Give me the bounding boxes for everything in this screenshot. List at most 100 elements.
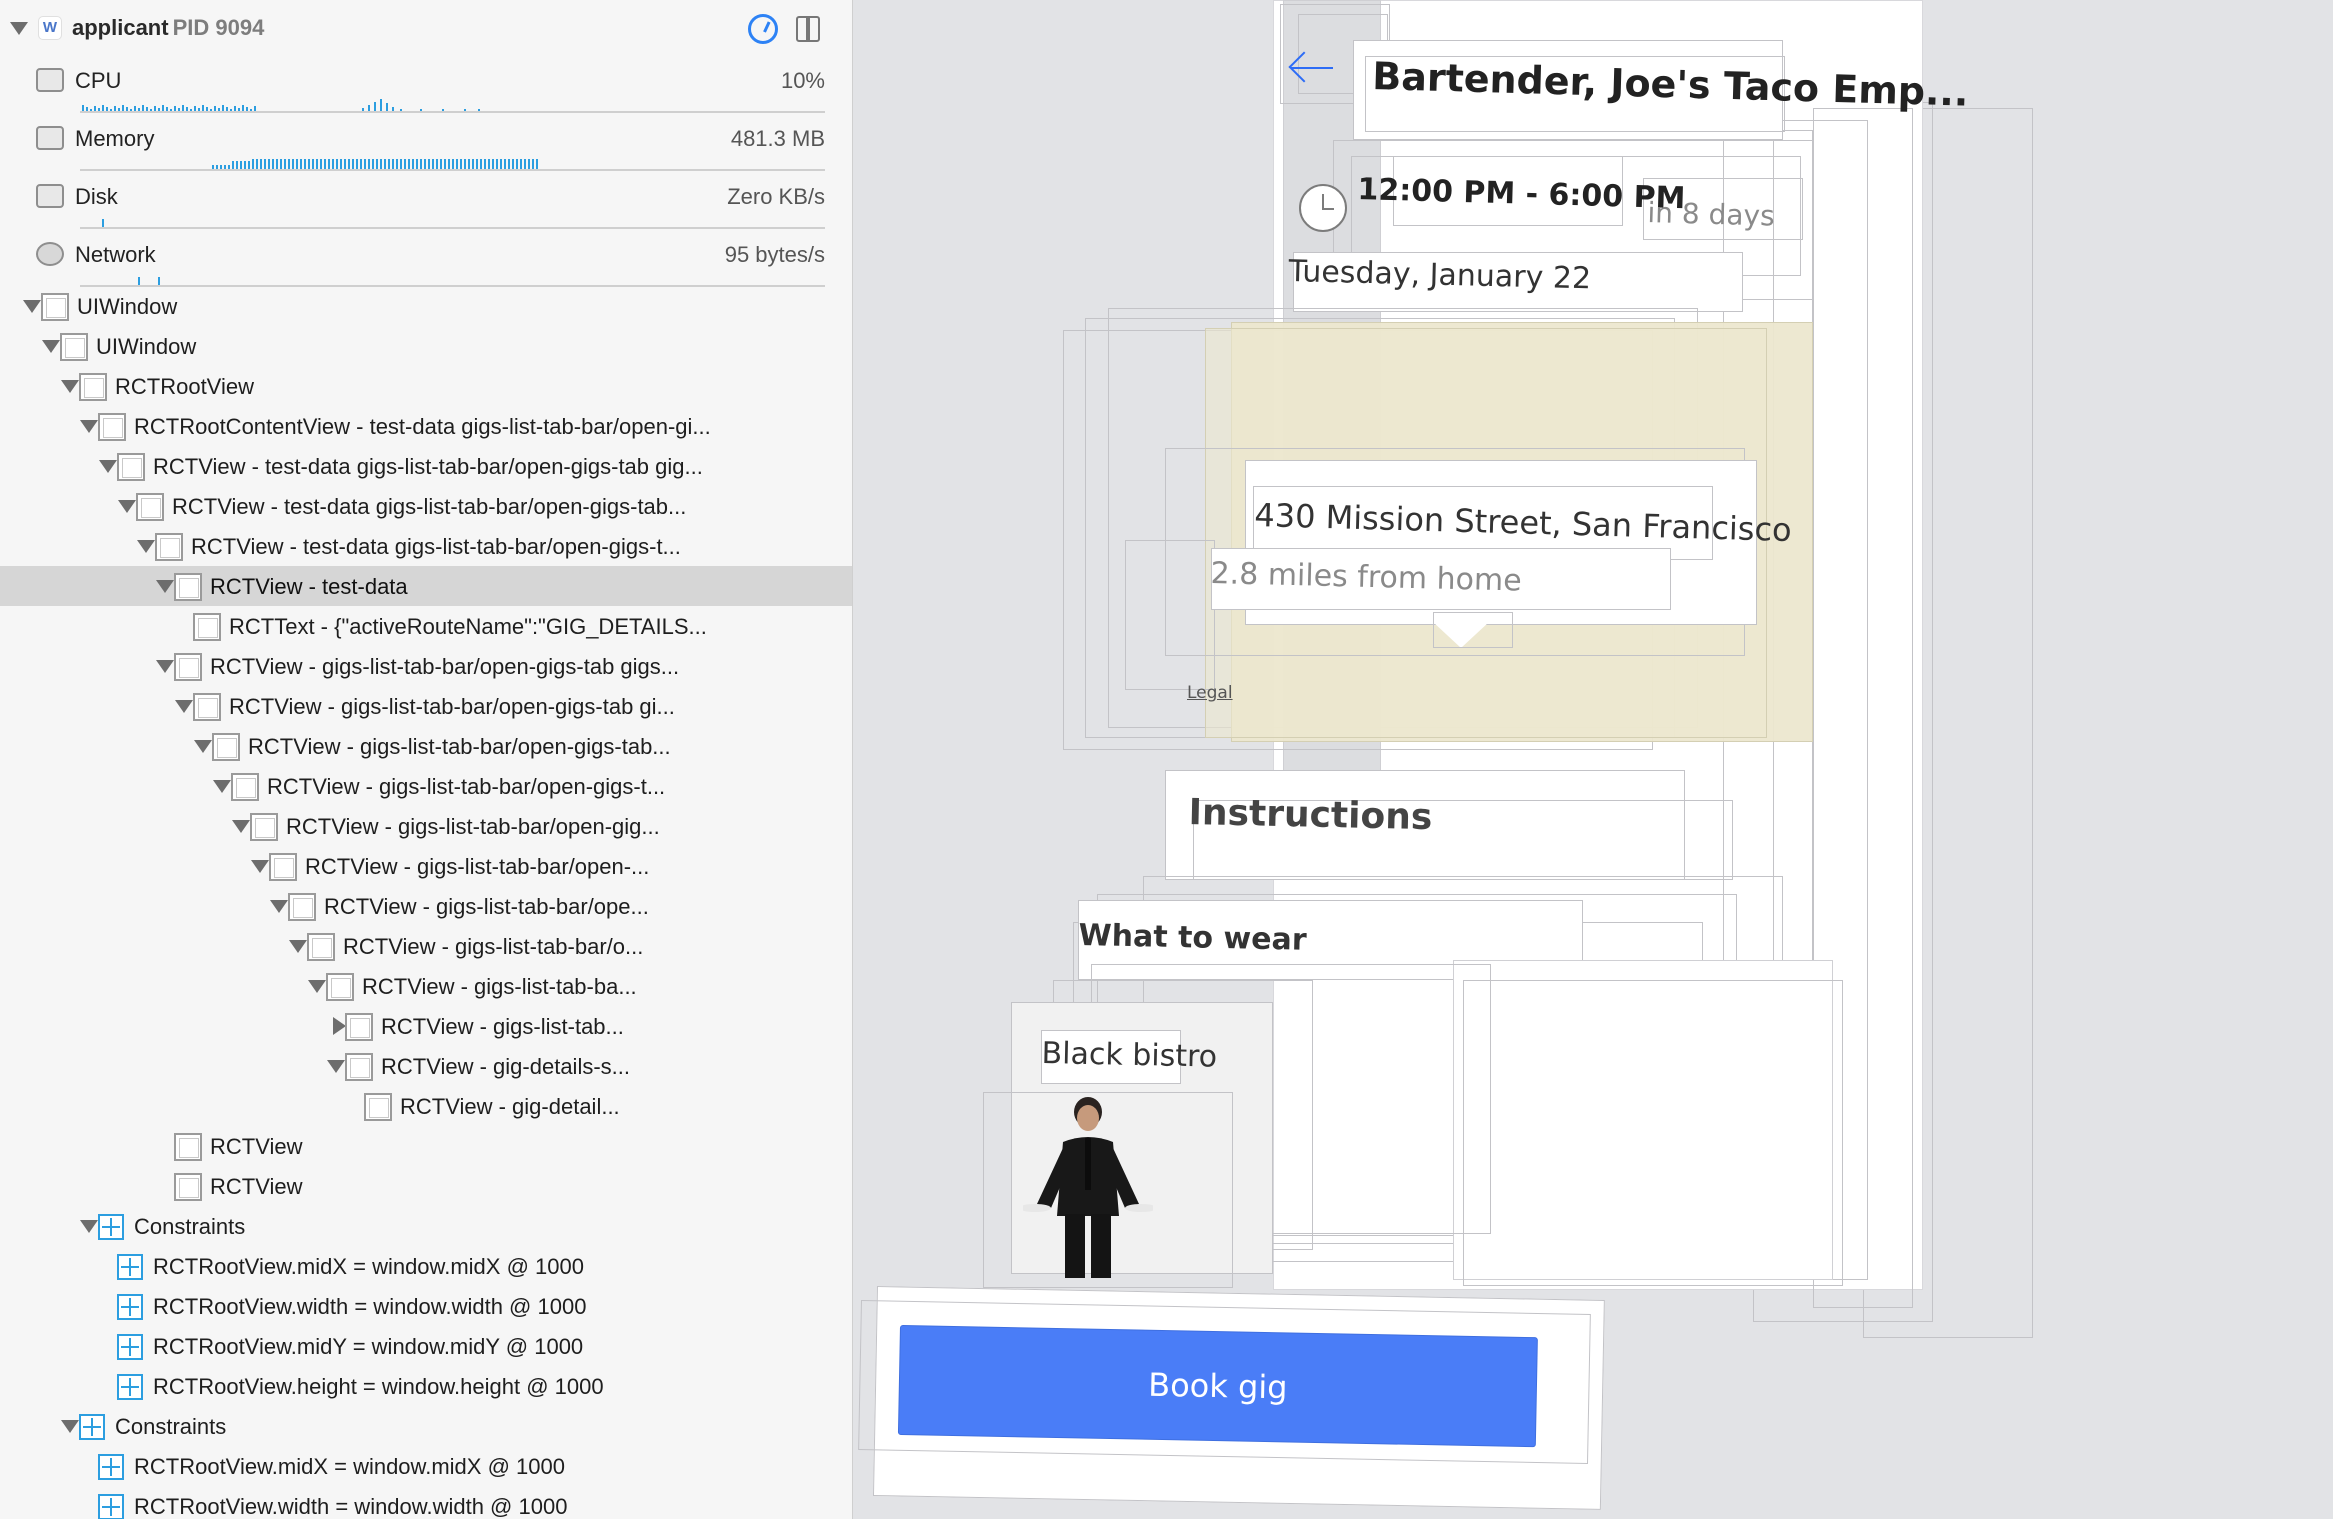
disclosure-expanded-icon[interactable]: [80, 420, 98, 433]
sparkline-bar: [456, 159, 458, 169]
constraint-row[interactable]: RCTRootView.midX = window.midX @ 1000: [0, 1446, 852, 1486]
process-header[interactable]: W applicant PID 9094: [0, 0, 852, 56]
view-row[interactable]: RCTView - test-data: [0, 566, 852, 606]
sparkline-bar: [536, 159, 538, 169]
view-row[interactable]: RCTView - gigs-list-tab-bar/open-gigs-t.…: [0, 766, 852, 806]
disclosure-expanded-icon[interactable]: [194, 740, 212, 753]
view-row[interactable]: RCTView - gig-details-s...: [0, 1046, 852, 1086]
constraint-row[interactable]: Constraints: [0, 1406, 852, 1446]
disclosure-expanded-icon[interactable]: [289, 940, 307, 953]
view-row[interactable]: RCTView: [0, 1166, 852, 1206]
view-row[interactable]: RCTView - gigs-list-tab-bar/open-gigs-ta…: [0, 646, 852, 686]
view-debugger-canvas[interactable]: Bartender, Joe's Taco Emp... 12:00 PM - …: [853, 0, 2333, 1519]
disclosure-expanded-icon[interactable]: [99, 460, 117, 473]
legal-link[interactable]: Legal: [1187, 683, 1233, 703]
tree-label: Constraints: [115, 1414, 227, 1439]
disclosure-expanded-icon[interactable]: [61, 1420, 79, 1433]
view-row[interactable]: RCTView - gig-detail...: [0, 1086, 852, 1126]
disclosure-expanded-icon[interactable]: [213, 780, 231, 793]
sparkline-bar: [380, 99, 382, 111]
disclosure-expanded-icon[interactable]: [308, 980, 326, 993]
view-row[interactable]: RCTView - gigs-list-tab-bar/open-gigs-ta…: [0, 726, 852, 766]
sparkline-bar: [102, 219, 104, 227]
sparkline-bar: [496, 159, 498, 169]
sparkline-bar: [280, 159, 282, 169]
disclosure-expanded-icon[interactable]: [80, 1220, 98, 1233]
sparkline-bar: [276, 159, 278, 169]
view-row[interactable]: RCTView - test-data gigs-list-tab-bar/op…: [0, 446, 852, 486]
sparkline-bar: [476, 159, 478, 169]
sparkline-bar: [472, 159, 474, 169]
constraint-row[interactable]: RCTRootView.width = window.width @ 1000: [0, 1286, 852, 1326]
view-row[interactable]: RCTView - gigs-list-tab-bar/o...: [0, 926, 852, 966]
sparkline-bar: [240, 161, 242, 169]
back-arrow-icon[interactable]: [1289, 52, 1335, 84]
sparkline-bar: [236, 161, 238, 169]
disclosure-expanded-icon[interactable]: [23, 300, 41, 313]
gauge-memory[interactable]: Memory 481.3 MB: [0, 114, 852, 172]
constraint-row[interactable]: RCTRootView.width = window.width @ 1000: [0, 1486, 852, 1519]
sparkline-bar: [524, 159, 526, 169]
tree-label: UIWindow: [77, 294, 178, 319]
gauge-cpu[interactable]: CPU 10%: [0, 56, 852, 114]
book-gig-button[interactable]: Book gig: [898, 1326, 1537, 1447]
disclosure-expanded-icon[interactable]: [118, 500, 136, 513]
sparkline-bar: [312, 159, 314, 169]
sparkline-bar: [352, 159, 354, 169]
memory-icon: [36, 126, 64, 150]
sparkline-bar: [138, 277, 140, 285]
view-row[interactable]: RCTText - {"activeRouteName":"GIG_DETAIL…: [0, 606, 852, 646]
constraint-row[interactable]: RCTRootView.midY = window.midY @ 1000: [0, 1326, 852, 1366]
tree-label: RCTView - test-data gigs-list-tab-bar/op…: [191, 534, 681, 559]
disclosure-expanded-icon[interactable]: [270, 900, 288, 913]
constraint-row[interactable]: Constraints: [0, 1206, 852, 1246]
disclosure-expanded-icon[interactable]: [232, 820, 250, 833]
view-hierarchy-icon[interactable]: [796, 16, 820, 42]
view-row[interactable]: RCTView - gigs-list-tab-ba...: [0, 966, 852, 1006]
tree-label: RCTRootView.midX = window.midX @ 1000: [153, 1254, 584, 1279]
gauge-network[interactable]: Network 95 bytes/s: [0, 230, 852, 288]
constraint-row[interactable]: RCTRootView.height = window.height @ 100…: [0, 1366, 852, 1406]
tree-label: RCTView - gigs-list-tab-bar/ope...: [324, 894, 649, 919]
disclosure-expanded-icon[interactable]: [175, 700, 193, 713]
app-icon: W: [38, 16, 62, 40]
gauge-value: 95 bytes/s: [724, 242, 825, 267]
sparkline-bar: [288, 159, 290, 169]
disclosure-expanded-icon[interactable]: [42, 340, 60, 353]
disclosure-expanded-icon[interactable]: [251, 860, 269, 873]
view-row[interactable]: RCTView - gigs-list-tab-bar/open-gigs-ta…: [0, 686, 852, 726]
view-row[interactable]: RCTView - gigs-list-tab...: [0, 1006, 852, 1046]
sparkline-bar: [492, 159, 494, 169]
view-row[interactable]: RCTView - gigs-list-tab-bar/open-...: [0, 846, 852, 886]
view-row[interactable]: RCTView - gigs-list-tab-bar/ope...: [0, 886, 852, 926]
sparkline-bar: [260, 159, 262, 169]
view-row[interactable]: UIWindow: [0, 326, 852, 366]
disclosure-expanded-icon[interactable]: [156, 660, 174, 673]
gauge-label: Network: [75, 242, 156, 267]
sparkline-bar: [374, 102, 376, 111]
sparkline-bar: [320, 159, 322, 169]
view-row[interactable]: RCTView: [0, 1126, 852, 1166]
view-row[interactable]: RCTView - test-data gigs-list-tab-bar/op…: [0, 486, 852, 526]
gauge-disk[interactable]: Disk Zero KB/s: [0, 172, 852, 230]
sparkline-bar: [400, 159, 402, 169]
view-row[interactable]: RCTView - test-data gigs-list-tab-bar/op…: [0, 526, 852, 566]
disclosure-expanded-icon[interactable]: [327, 1060, 345, 1073]
sparkline-bar: [480, 159, 482, 169]
view-row[interactable]: UIWindow: [0, 286, 852, 326]
constraint-icon: [117, 1294, 143, 1320]
disclosure-expanded-icon[interactable]: [137, 540, 155, 553]
sparkline-bar: [356, 159, 358, 169]
disclosure-expanded-icon[interactable]: [61, 380, 79, 393]
view-row[interactable]: RCTRootView: [0, 366, 852, 406]
constraint-row[interactable]: RCTRootView.midX = window.midX @ 1000: [0, 1246, 852, 1286]
view-icon: [98, 413, 126, 441]
view-row[interactable]: RCTRootContentView - test-data gigs-list…: [0, 406, 852, 446]
view-icon: [174, 573, 202, 601]
sparkline-bar: [396, 159, 398, 169]
disclosure-triangle-icon[interactable]: [10, 22, 28, 35]
view-icon: [212, 733, 240, 761]
view-row[interactable]: RCTView - gigs-list-tab-bar/open-gig...: [0, 806, 852, 846]
disclosure-expanded-icon[interactable]: [156, 580, 174, 593]
debug-gauge-icon[interactable]: [748, 14, 778, 44]
